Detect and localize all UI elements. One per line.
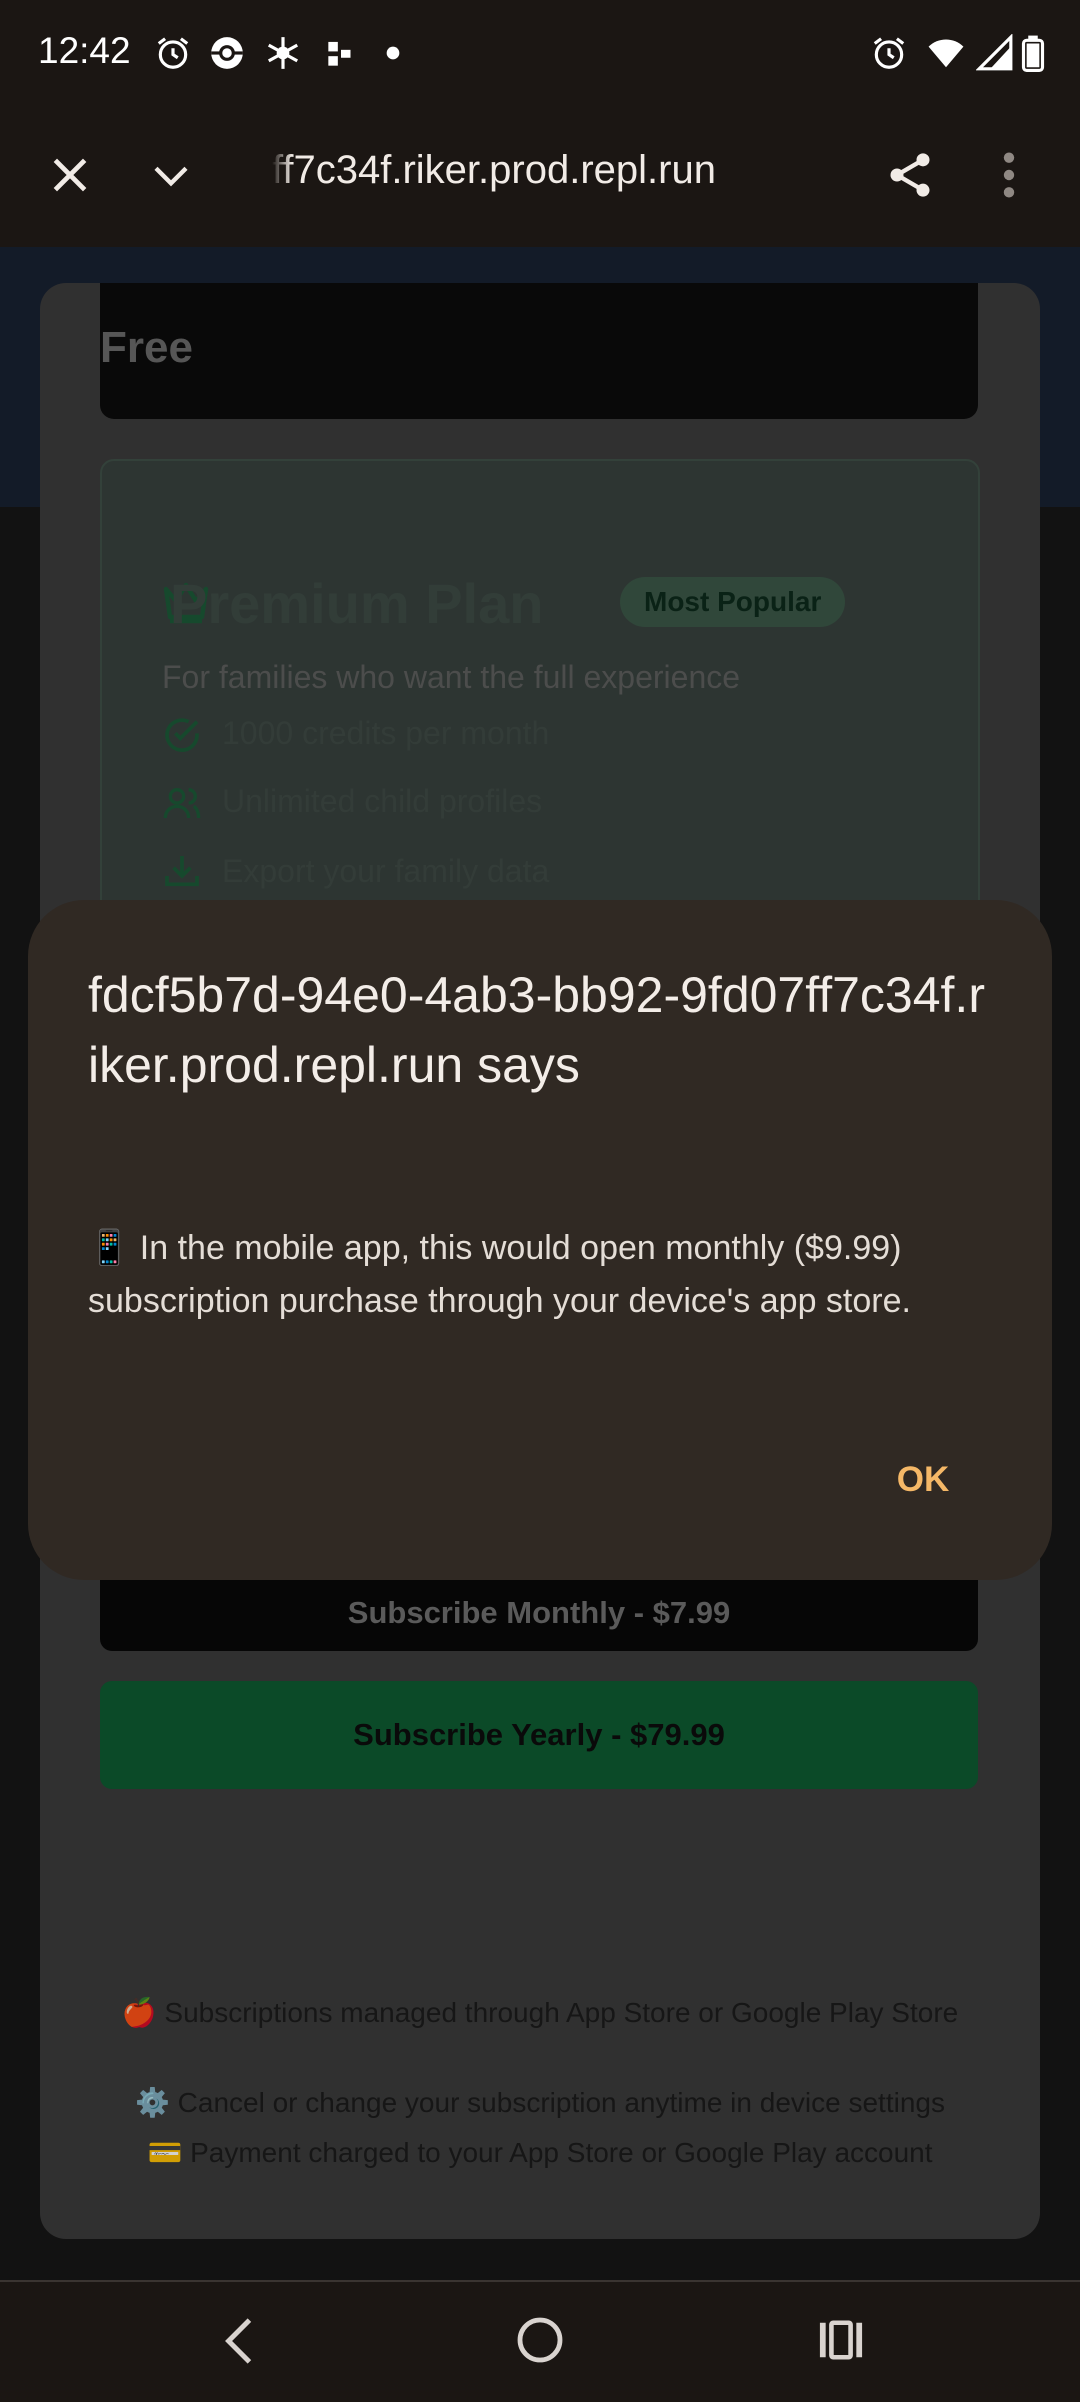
recents-icon[interactable] [818,2318,864,2362]
navigation-bar [0,2280,1080,2402]
url-bar[interactable]: ff7c34f.riker.prod.repl.run [272,148,716,193]
battery-icon [1021,35,1045,72]
alarm-icon [157,37,189,69]
alarm-icon [873,37,905,69]
dialog-title: fdcf5b7d-94e0-4ab3-bb92-9fd07ff7c34f.rik… [88,967,985,1093]
dots-app-icon [328,41,351,66]
chevron-down-icon[interactable] [146,155,196,195]
wifi-icon [928,39,964,68]
alert-dialog: fdcf5b7d-94e0-4ab3-bb92-9fd07ff7c34f.rik… [28,900,1052,1580]
close-icon[interactable] [48,153,92,197]
pokeball-icon [211,37,243,69]
signal-icon [976,34,1013,71]
ok-button[interactable]: OK [858,1440,988,1520]
back-icon[interactable] [222,2316,256,2366]
more-vert-icon[interactable] [996,149,1022,201]
snowflake-icon [267,37,299,69]
status-time: 12:42 [38,30,131,71]
notification-dot-icon [386,46,400,60]
home-icon[interactable] [516,2316,564,2364]
dialog-message: 📱 In the mobile app, this would open mon… [88,1229,911,1320]
url-fade [272,140,292,200]
share-icon[interactable] [884,149,936,201]
status-bar: 12:42 [0,0,1080,105]
